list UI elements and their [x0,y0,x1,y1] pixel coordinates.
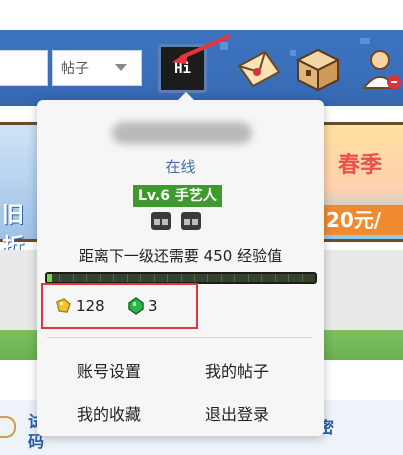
gold-amount: 128 [76,297,105,315]
emerald-amount: 3 [148,297,158,315]
online-status: 在线 [165,158,196,176]
right-banner[interactable]: 春季 20元/ [322,122,403,242]
treasure-chest-icon[interactable] [294,48,342,96]
envelope-icon[interactable] [235,48,281,92]
search-input[interactable] [0,50,48,86]
right-banner-title: 春季 [338,153,383,178]
exp-remaining-text: 距离下一级还需要 450 经验值 [78,247,283,265]
gold-currency: 128 [54,297,105,315]
left-banner[interactable]: 旧折 [0,122,38,260]
emerald-currency: 3 [128,297,158,315]
top-strip [0,0,403,30]
dropdown-caret [177,92,195,101]
account-settings-link[interactable]: 账号设置 [77,358,141,382]
user-add-icon[interactable] [360,48,403,96]
partial-circle-icon [0,416,16,438]
right-banner-promo: 20元/ [322,205,403,235]
level-badge: Lv.6 手艺人 [133,185,222,207]
logout-link[interactable]: 退出登录 [205,401,269,425]
username-redacted [112,122,252,144]
search-type-select[interactable]: 帖子 [52,50,142,86]
red-arrow-annotation-icon [172,34,231,64]
search-type-value: 帖子 [61,61,89,77]
my-posts-link[interactable]: 我的帖子 [205,358,269,382]
medal-list [149,210,203,232]
user-dropdown-menu: 在线 Lv.6 手艺人 距离下一级还需要 450 经验值 128 3 账号设置 … [37,92,324,436]
menu-divider [47,337,312,338]
helmet-medal-icon[interactable] [149,210,173,232]
helmet-medal-icon[interactable] [179,210,203,232]
exp-progress-fill [47,274,53,282]
emerald-icon [128,297,144,315]
header-pixel [360,38,370,44]
chevron-down-icon [115,64,127,71]
my-favorites-link[interactable]: 我的收藏 [77,401,141,425]
gold-nugget-icon [56,298,71,313]
